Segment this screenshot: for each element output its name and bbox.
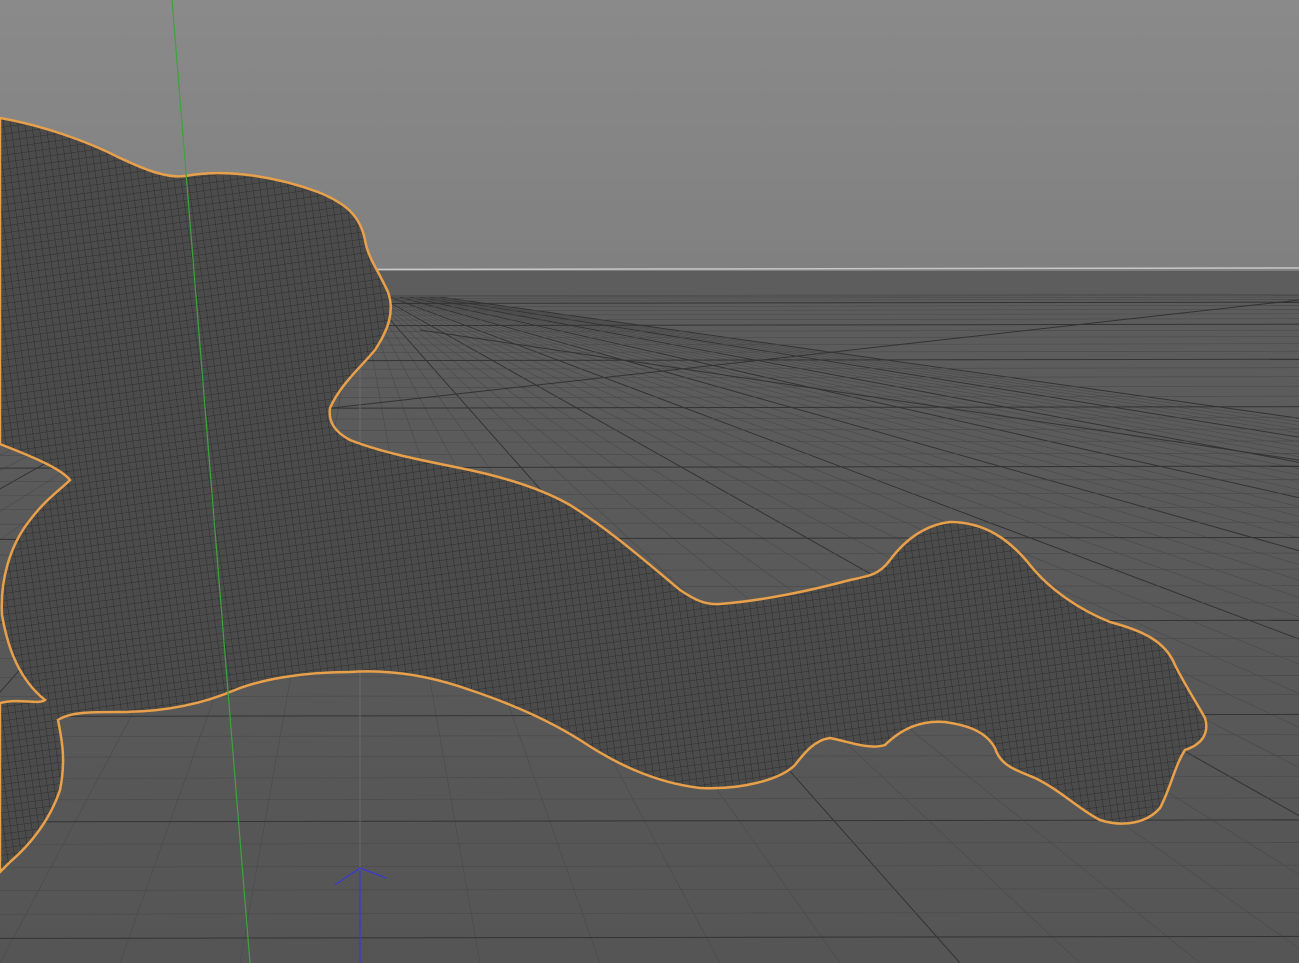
3d-viewport[interactable] <box>0 0 1299 963</box>
viewport-scene[interactable] <box>0 0 1299 963</box>
